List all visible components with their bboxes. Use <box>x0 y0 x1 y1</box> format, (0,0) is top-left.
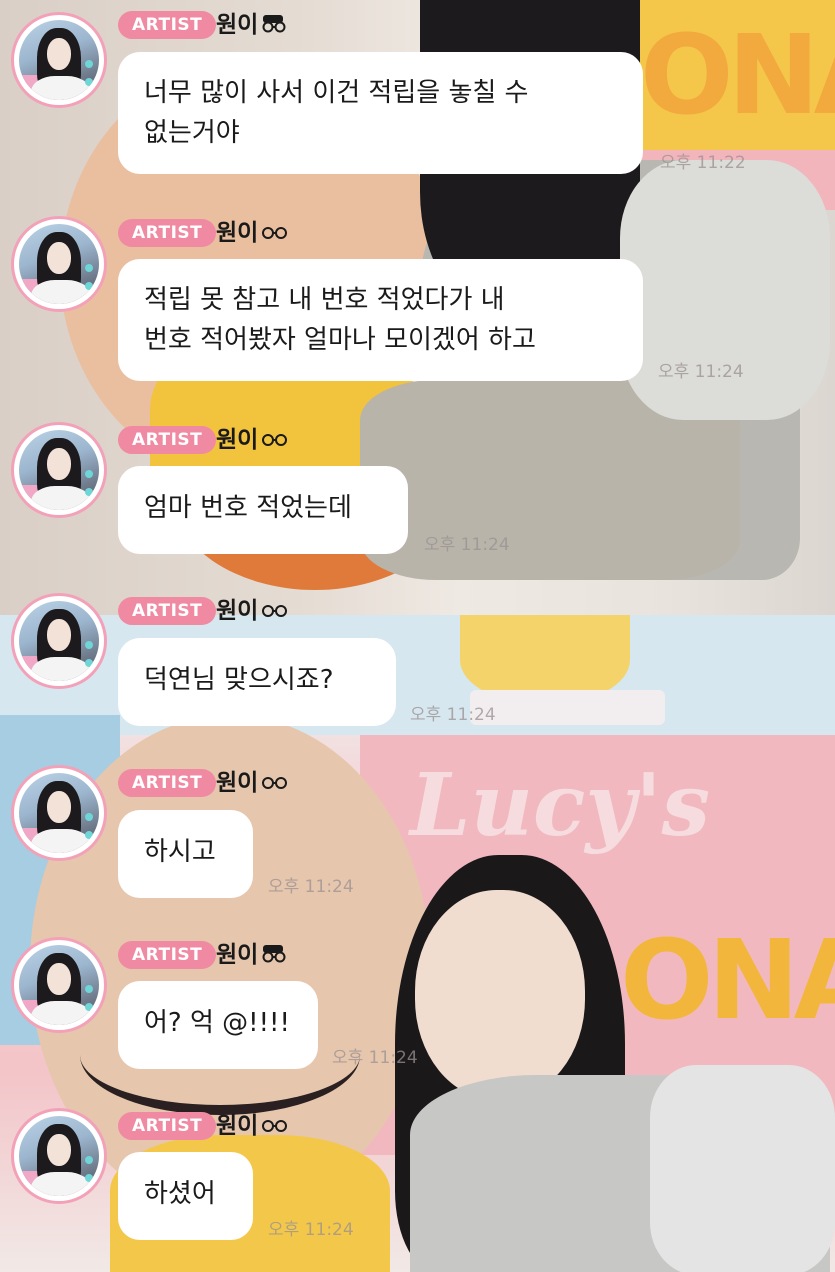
artist-badge: ARTIST <box>118 219 217 247</box>
lucys-lettering: Lucy's <box>410 755 711 856</box>
person-face <box>415 890 585 1100</box>
avatar[interactable] <box>11 765 107 861</box>
artist-badge: ARTIST <box>118 769 217 797</box>
message-bubble[interactable]: 어? 억 @!!!! <box>118 981 318 1069</box>
message-text: 번호 적어봤자 얼마나 모이겠어 하고 <box>144 325 536 355</box>
message-time: 오후 11:24 <box>332 1048 418 1068</box>
message-bubble[interactable]: 하시고 <box>118 810 253 898</box>
glasses-icon <box>260 427 290 455</box>
artist-badge: ARTIST <box>118 11 217 39</box>
glasses-icon <box>260 770 290 798</box>
avatar[interactable] <box>11 937 107 1033</box>
backpack-bottom <box>650 1065 835 1272</box>
message-text: 하셨어 <box>144 1179 216 1209</box>
avatar[interactable] <box>11 12 107 108</box>
sender-name: 원이 <box>216 426 290 455</box>
message-text: 엄마 번호 적었는데 <box>144 493 352 523</box>
message-bubble[interactable]: 너무 많이 사서 이건 적립을 놓칠 수 없는거야 <box>118 52 643 174</box>
artist-badge: ARTIST <box>118 1112 217 1140</box>
glasses-icon <box>260 12 290 40</box>
artist-badge: ARTIST <box>118 426 217 454</box>
sender-name: 원이 <box>216 1112 290 1141</box>
avatar[interactable] <box>11 1108 107 1204</box>
message-bubble[interactable]: 적립 못 참고 내 번호 적었다가 내 번호 적어봤자 얼마나 모이겠어 하고 <box>118 259 643 381</box>
glasses-icon <box>260 1113 290 1141</box>
sender-name: 원이 <box>216 769 290 798</box>
sign-stand <box>470 690 665 725</box>
message-text: 덕연님 맞으시죠? <box>144 665 334 695</box>
avatar[interactable] <box>11 593 107 689</box>
message-text: 적립 못 참고 내 번호 적었다가 내 <box>144 285 505 315</box>
sender-name: 원이 <box>216 219 290 248</box>
message-time: 오후 11:24 <box>268 1220 354 1240</box>
glasses-icon <box>260 942 290 970</box>
avatar[interactable] <box>11 216 107 312</box>
message-time: 오후 11:24 <box>268 877 354 897</box>
message-text: 너무 많이 사서 이건 적립을 놓칠 수 <box>144 78 529 108</box>
glasses-icon <box>260 220 290 248</box>
message-time: 오후 11:24 <box>658 362 744 382</box>
message-time: 오후 11:24 <box>410 705 496 725</box>
glasses-icon <box>260 598 290 626</box>
message-text: 어? 억 @!!!! <box>144 1008 290 1038</box>
message-text: 없는거야 <box>144 118 240 148</box>
sender-name: 원이 <box>216 11 290 40</box>
message-time: 오후 11:24 <box>424 535 510 555</box>
message-bubble[interactable]: 엄마 번호 적었는데 <box>118 466 408 554</box>
sign-lettering-bottom: ONA <box>620 916 835 1044</box>
message-bubble[interactable]: 하셨어 <box>118 1152 253 1240</box>
avatar[interactable] <box>11 422 107 518</box>
sender-name: 원이 <box>216 597 290 626</box>
artist-badge: ARTIST <box>118 597 217 625</box>
artist-badge: ARTIST <box>118 941 217 969</box>
message-text: 하시고 <box>144 837 216 867</box>
sign-lettering: ONA <box>640 11 835 139</box>
message-bubble[interactable]: 덕연님 맞으시죠? <box>118 638 396 726</box>
message-time: 오후 11:22 <box>660 153 746 173</box>
sender-name: 원이 <box>216 941 290 970</box>
